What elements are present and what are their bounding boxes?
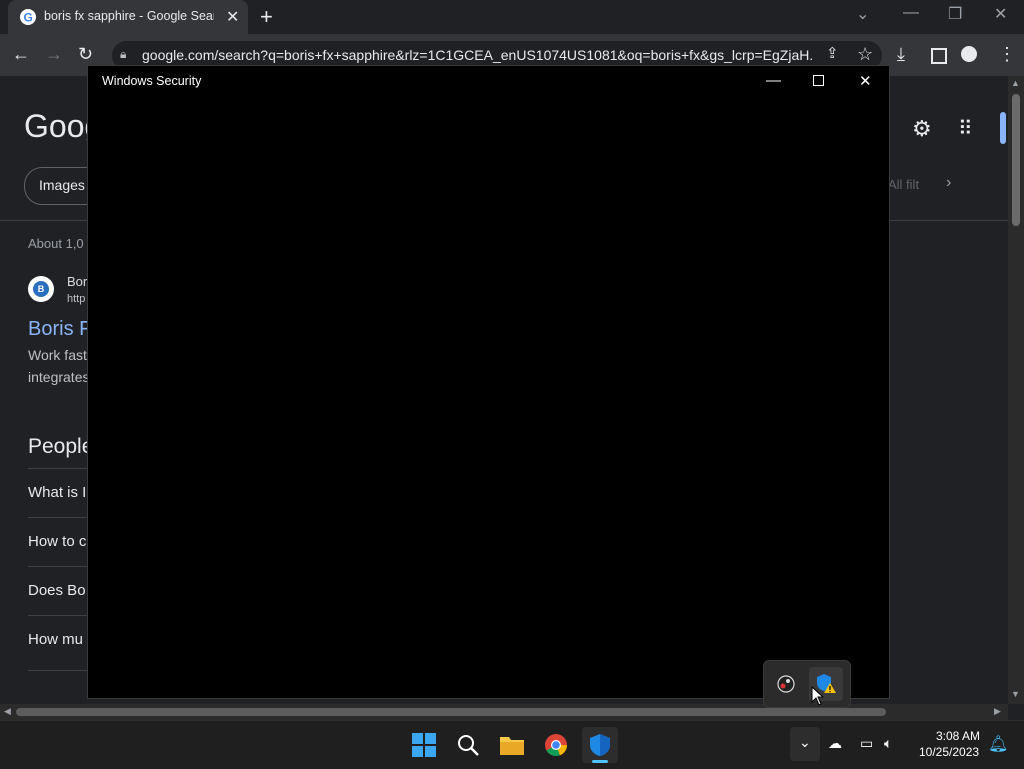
search-icon[interactable] bbox=[450, 727, 486, 763]
scroll-up-arrow-icon[interactable]: ▲ bbox=[1011, 78, 1020, 88]
apps-grid-icon[interactable]: ⠿ bbox=[958, 116, 973, 141]
maximize-icon[interactable] bbox=[813, 75, 824, 86]
onedrive-icon[interactable]: ☁ bbox=[828, 735, 842, 752]
window-title: Windows Security bbox=[102, 74, 202, 88]
profile-avatar[interactable] bbox=[961, 46, 977, 62]
active-app-indicator bbox=[592, 760, 608, 763]
tab-title: boris fx sapphire - Google Search bbox=[44, 9, 214, 23]
lock-icon[interactable]: 🔒︎ bbox=[120, 47, 126, 62]
new-tab-button[interactable]: + bbox=[260, 4, 273, 30]
tab-close-icon[interactable]: ✕ bbox=[226, 7, 239, 27]
paa-question[interactable]: How to c bbox=[28, 533, 86, 550]
result-title-link[interactable]: Boris F bbox=[28, 318, 91, 341]
all-filters-button[interactable]: All filt bbox=[888, 177, 919, 192]
chrome-icon[interactable] bbox=[538, 727, 574, 763]
windows-security-taskbar-icon[interactable] bbox=[582, 727, 618, 763]
download-icon[interactable]: ⤓ bbox=[897, 44, 905, 65]
notification-bell-icon[interactable]: 🔔︎ bbox=[988, 734, 1008, 754]
settings-gear-icon[interactable]: ⚙ bbox=[912, 116, 932, 142]
people-also-ask-heading: People bbox=[28, 435, 94, 458]
back-icon[interactable]: ← bbox=[12, 44, 30, 65]
divider bbox=[28, 670, 88, 671]
site-favicon-icon: B bbox=[28, 276, 54, 302]
reload-icon[interactable]: ↻ bbox=[78, 44, 93, 65]
result-snippet-2: integrates bbox=[28, 369, 90, 385]
forward-icon[interactable]: → bbox=[45, 44, 63, 65]
minimize-icon[interactable]: — bbox=[766, 72, 781, 89]
clock-date[interactable]: 10/25/2023 bbox=[919, 745, 979, 759]
start-windows-icon[interactable] bbox=[406, 727, 442, 763]
paa-question[interactable]: What is I bbox=[28, 484, 86, 501]
menu-kebab-icon[interactable]: ⋮ bbox=[998, 44, 1016, 65]
scroll-right-arrow-icon[interactable]: ▶ bbox=[994, 706, 1001, 717]
paa-question[interactable]: How mu bbox=[28, 631, 83, 648]
bookmark-star-icon[interactable]: ☆ bbox=[857, 44, 873, 65]
divider bbox=[28, 517, 88, 518]
horizontal-scroll-thumb[interactable] bbox=[16, 708, 886, 716]
scroll-down-arrow-icon[interactable]: ▼ bbox=[1011, 689, 1020, 699]
vertical-scroll-thumb[interactable] bbox=[1012, 94, 1020, 226]
obs-tray-icon[interactable] bbox=[775, 673, 797, 695]
result-site-name: Bor bbox=[67, 274, 88, 289]
result-url: http bbox=[67, 293, 86, 305]
close-browser-icon[interactable]: ✕ bbox=[994, 4, 1007, 24]
tab-search-icon[interactable]: ⌄ bbox=[856, 4, 869, 24]
sign-in-button[interactable] bbox=[1000, 112, 1006, 144]
windows-security-window[interactable] bbox=[87, 65, 890, 699]
divider bbox=[28, 468, 88, 469]
scroll-left-arrow-icon[interactable]: ◀ bbox=[4, 706, 11, 717]
chevron-up-icon: ⌄ bbox=[799, 734, 811, 750]
url-text[interactable]: google.com/search?q=boris+fx+sapphire&rl… bbox=[142, 47, 814, 63]
divider bbox=[28, 615, 88, 616]
side-panel-icon[interactable] bbox=[931, 48, 947, 64]
minimize-icon[interactable]: — bbox=[903, 4, 919, 22]
share-icon[interactable]: ⇪ bbox=[826, 44, 839, 62]
divider bbox=[28, 566, 88, 567]
images-chip-label: Images bbox=[39, 177, 85, 193]
result-snippet-1: Work fast bbox=[28, 347, 87, 363]
google-favicon-icon: G bbox=[20, 9, 36, 25]
paa-question[interactable]: Does Bo bbox=[28, 582, 86, 599]
svg-text:G: G bbox=[24, 11, 33, 25]
clock-time[interactable]: 3:08 AM bbox=[936, 729, 980, 743]
network-icon[interactable]: ▭ bbox=[860, 735, 873, 752]
close-icon[interactable]: ✕ bbox=[859, 72, 872, 90]
result-stats: About 1,0 bbox=[28, 236, 84, 251]
mouse-cursor-icon bbox=[811, 685, 825, 711]
volume-icon[interactable]: 🔈︎ bbox=[884, 735, 892, 752]
file-explorer-icon[interactable] bbox=[494, 727, 530, 763]
restore-icon[interactable]: ❐ bbox=[948, 4, 962, 24]
chevron-right-icon[interactable]: › bbox=[946, 174, 951, 192]
